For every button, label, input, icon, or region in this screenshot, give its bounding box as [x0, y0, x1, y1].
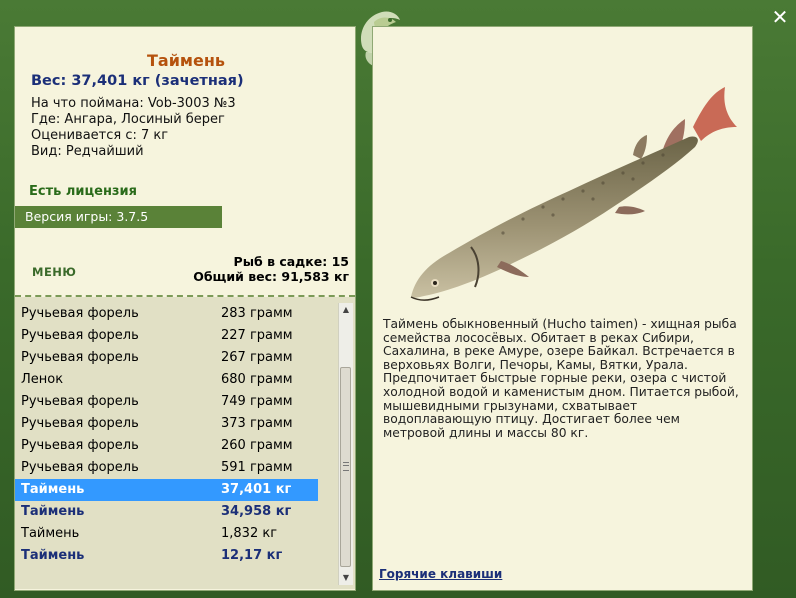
- fish-description-panel: Таймень обыкновенный (Hucho taimen) - хи…: [372, 26, 753, 591]
- catch-row[interactable]: Таймень 1,832 кг: [15, 523, 335, 545]
- keepnet-summary: Рыб в садке: 15 Общий вес: 91,583 кг: [193, 254, 349, 284]
- catch-row[interactable]: Ручьевая форель 283 грамм: [15, 303, 335, 325]
- license-status: Есть лицензия: [29, 184, 137, 199]
- catch-fish-name: Ручьевая форель: [21, 328, 139, 343]
- catch-fish-name: Ручьевая форель: [21, 394, 139, 409]
- fish-info-panel: Таймень Вес: 37,401 кг (зачетная) На что…: [14, 26, 356, 591]
- hotkeys-link[interactable]: Горячие клавиши: [379, 567, 502, 581]
- catch-fish-name: Таймень: [21, 504, 85, 519]
- catch-fish-name: Ручьевая форель: [21, 416, 139, 431]
- total-weight: Общий вес: 91,583 кг: [193, 269, 349, 284]
- catch-fish-name: Ручьевая форель: [21, 306, 139, 321]
- caught-with-text: На что поймана: Vob-3003 №3: [31, 96, 236, 111]
- catch-fish-name: Ленок: [21, 372, 64, 387]
- menu-button[interactable]: МЕНЮ: [32, 265, 76, 279]
- catch-row[interactable]: Ручьевая форель 373 грамм: [15, 413, 335, 435]
- catch-rows: Ручьевая форель 283 грамм Ручьевая форель 2…: [15, 303, 335, 567]
- catch-fish-weight: 749 грамм: [221, 394, 293, 409]
- catch-fish-weight: 227 грамм: [221, 328, 293, 343]
- close-icon[interactable]: ✕: [770, 6, 790, 28]
- catch-fish-weight: 591 грамм: [221, 460, 293, 475]
- category-text: Вид: Редчайший: [31, 144, 144, 159]
- catch-fish-weight: 373 грамм: [221, 416, 293, 431]
- catch-fish-name: Ручьевая форель: [21, 460, 139, 475]
- fish-illustration: [410, 87, 737, 301]
- catch-row[interactable]: Ленок 680 грамм: [15, 369, 335, 391]
- scroll-down-icon[interactable]: ▼: [339, 571, 353, 585]
- scroll-up-icon[interactable]: ▲: [339, 303, 353, 317]
- catch-fish-name: Ручьевая форель: [21, 350, 139, 365]
- version-bar: Версия игры: 3.7.5: [15, 206, 222, 228]
- catch-row[interactable]: Ручьевая форель 260 грамм: [15, 435, 335, 457]
- scrollbar-thumb[interactable]: [340, 367, 351, 567]
- catch-fish-name: Таймень: [21, 482, 85, 497]
- fish-description: Таймень обыкновенный (Hucho taimen) - хи…: [383, 317, 739, 440]
- fish-weight: Вес: 37,401 кг (зачетная): [31, 73, 244, 89]
- catch-fish-name: Таймень: [21, 548, 85, 563]
- catch-fish-weight: 283 грамм: [221, 306, 293, 321]
- catch-fish-weight: 267 грамм: [221, 350, 293, 365]
- catch-fish-weight: 37,401 кг: [221, 482, 292, 497]
- fish-count: Рыб в садке: 15: [233, 254, 349, 269]
- catch-fish-weight: 1,832 кг: [221, 526, 278, 541]
- catch-fish-weight: 12,17 кг: [221, 548, 283, 563]
- rated-from-text: Оценивается с: 7 кг: [31, 128, 169, 143]
- catch-row[interactable]: Ручьевая форель 267 грамм: [15, 347, 335, 369]
- catch-list: Ручьевая форель 283 грамм Ручьевая форель 2…: [15, 297, 355, 589]
- catch-fish-name: Ручьевая форель: [21, 438, 139, 453]
- grip-icon: [343, 462, 349, 471]
- fish-title: Таймень: [146, 51, 226, 70]
- catch-fish-weight: 260 грамм: [221, 438, 293, 453]
- catch-row[interactable]: Ручьевая форель 591 грамм: [15, 457, 335, 479]
- catch-row[interactable]: Таймень 37,401 кг: [15, 479, 318, 501]
- catch-row[interactable]: Ручьевая форель 749 грамм: [15, 391, 335, 413]
- catch-fish-weight: 34,958 кг: [221, 504, 292, 519]
- catch-row[interactable]: Таймень 12,17 кг: [15, 545, 335, 567]
- catch-fish-weight: 680 грамм: [221, 372, 293, 387]
- catch-row[interactable]: Ручьевая форель 227 грамм: [15, 325, 335, 347]
- location-text: Где: Ангара, Лосиный берег: [31, 112, 225, 127]
- catch-row[interactable]: Таймень 34,958 кг: [15, 501, 335, 523]
- scrollbar[interactable]: ▲ ▼: [338, 303, 353, 585]
- catch-fish-name: Таймень: [21, 526, 80, 541]
